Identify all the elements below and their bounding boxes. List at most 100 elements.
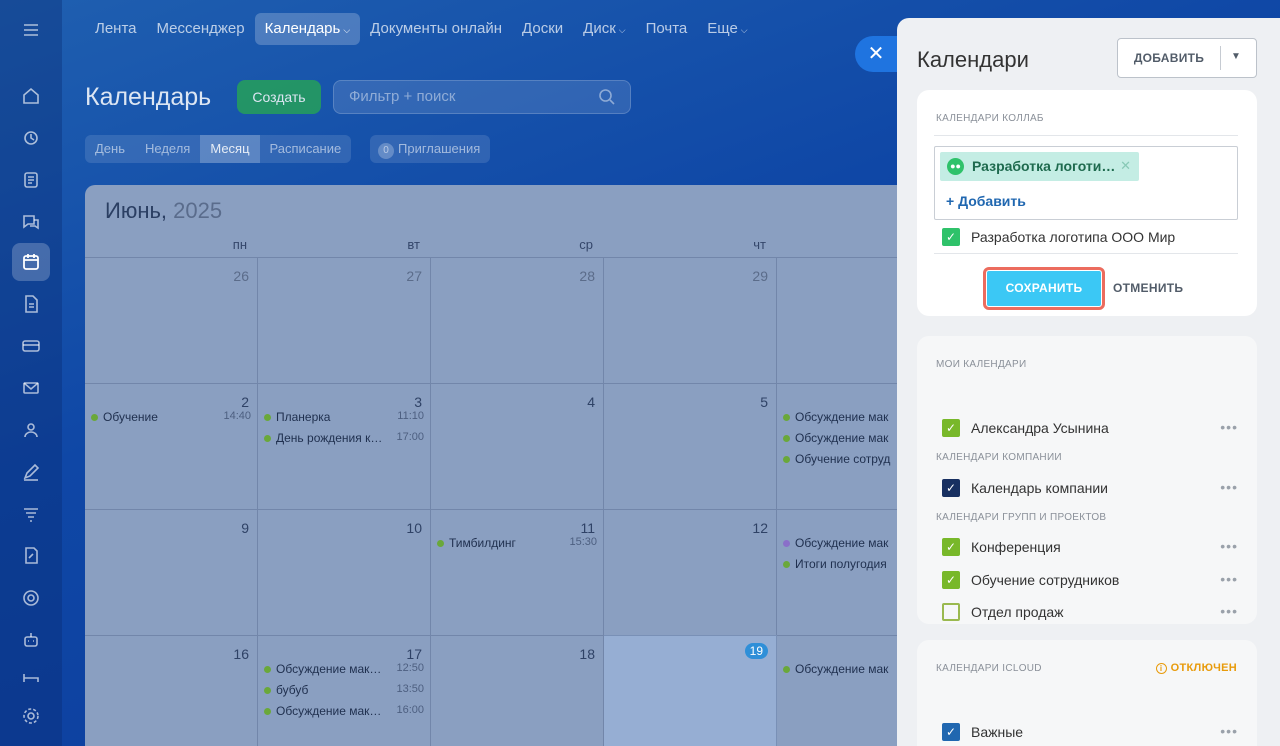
calendar-list-item[interactable]: ✓ Конференция •••	[942, 537, 1238, 561]
collab-selector-box[interactable]: ●● Разработка логоти… ✕ + Добавить	[934, 146, 1238, 220]
more-icon[interactable]: •••	[1220, 569, 1238, 589]
calendar-event[interactable]: Обсуждение мак… 12:50	[264, 662, 424, 680]
view-tab-3[interactable]: Расписание	[260, 135, 352, 163]
nav-item-1[interactable]: Мессенджер	[147, 13, 255, 45]
icloud-status[interactable]: i ОТКЛЮЧЕН	[1155, 662, 1237, 674]
feed-icon[interactable]	[19, 126, 43, 150]
nav-item-5[interactable]: Диск ⌵	[573, 13, 635, 45]
more-icon[interactable]: •••	[1220, 477, 1238, 497]
nav-item-4[interactable]: Доски	[512, 13, 573, 45]
menu-icon[interactable]	[19, 18, 43, 42]
calendar-event[interactable]: бубуб 13:50	[264, 683, 424, 701]
checkbox-checked-icon[interactable]: ✓	[942, 723, 960, 741]
calendar-icon[interactable]	[19, 250, 43, 274]
calendar-list-item[interactable]: Отдел продаж •••	[942, 602, 1238, 626]
tasks-icon[interactable]	[19, 168, 43, 192]
checkbox-checked-icon[interactable]: ✓	[942, 228, 960, 246]
chevron-down-icon[interactable]: ▼	[1231, 51, 1241, 62]
home-icon[interactable]	[19, 84, 43, 108]
day-cell[interactable]: 28	[431, 257, 604, 383]
day-cell[interactable]: Обсуждение мак	[777, 635, 915, 746]
search-icon[interactable]	[597, 87, 617, 107]
gear-icon[interactable]	[19, 704, 43, 728]
day-cell[interactable]: 10	[258, 509, 431, 635]
filter-search-input[interactable]: Фильтр + поиск	[333, 80, 631, 114]
company-calendar-item[interactable]: ✓ Календарь компании •••	[942, 478, 1238, 502]
more-icon[interactable]: •••	[1220, 536, 1238, 556]
day-cell[interactable]: Обсуждение мак Обсуждение мак Обучение сот…	[777, 383, 915, 509]
contacts-icon[interactable]	[19, 418, 43, 442]
day-cell[interactable]: 17 Обсуждение мак… 12:50 бубуб 13:50 Обсужден…	[258, 635, 431, 746]
bed-icon[interactable]	[19, 664, 43, 688]
day-cell[interactable]: 12	[604, 509, 777, 635]
calendar-event[interactable]: Обсуждение мак	[783, 662, 915, 680]
view-tab-1[interactable]: Неделя	[135, 135, 200, 163]
calendar-event[interactable]: Обучение сотруд	[783, 452, 915, 470]
nav-item-3[interactable]: Документы онлайн	[360, 13, 512, 45]
calendar-list-item[interactable]: ✓ Важные •••	[942, 722, 1238, 746]
calendar-event[interactable]: День рождения к… 17:00	[264, 431, 424, 449]
day-cell[interactable]: 9	[85, 509, 258, 635]
checkbox-checked-icon[interactable]: ✓	[942, 570, 960, 589]
edit-document-icon[interactable]	[19, 544, 43, 568]
view-tabs: День Неделя Месяц Расписание	[85, 135, 352, 163]
day-cell[interactable]: 27	[258, 257, 431, 383]
day-cell[interactable]: 2 Обучение 14:40	[85, 383, 258, 509]
calendar-list-item[interactable]: ✓ Обучение сотрудников •••	[942, 570, 1238, 594]
save-button[interactable]: СОХРАНИТЬ	[987, 271, 1101, 306]
add-collab-link[interactable]: + Добавить	[946, 193, 1026, 209]
card-icon[interactable]	[19, 334, 43, 358]
add-calendar-button[interactable]: ДОБАВИТЬ ▼	[1117, 38, 1257, 78]
target-icon[interactable]	[19, 586, 43, 610]
my-calendar-item[interactable]: ✓ Александра Усынина •••	[942, 418, 1238, 442]
view-tab-0[interactable]: День	[85, 135, 135, 163]
add-button-divider	[1220, 46, 1221, 70]
collab-calendar-item[interactable]: ✓ Разработка логотипа ООО Мир	[942, 227, 1238, 251]
day-cell[interactable]: 19	[604, 635, 777, 746]
invitations-button[interactable]: 0 Приглашения	[370, 135, 491, 163]
checkbox-checked-icon[interactable]: ✓	[942, 479, 960, 497]
day-cell[interactable]: 11 Тимбилдинг 15:30	[431, 509, 604, 635]
create-button[interactable]: Создать	[237, 80, 321, 114]
checkbox-checked-icon[interactable]: ✓	[942, 538, 960, 556]
more-icon[interactable]: •••	[1220, 601, 1238, 621]
day-cell[interactable]: 5	[604, 383, 777, 509]
calendar-event[interactable]: Обучение 14:40	[91, 410, 251, 428]
nav-item-6[interactable]: Почта	[636, 13, 698, 45]
document-icon[interactable]	[19, 292, 43, 316]
more-icon[interactable]: •••	[1220, 417, 1238, 437]
selected-collab-tag[interactable]: ●● Разработка логоти… ✕	[940, 152, 1139, 181]
calendar-event[interactable]: Обсуждение мак	[783, 410, 915, 428]
weekday-header: ср	[579, 237, 593, 252]
nav-item-7[interactable]: Еще ⌵	[697, 13, 757, 45]
day-cell[interactable]	[777, 257, 915, 383]
nav-item-2[interactable]: Календарь ⌵	[254, 13, 361, 45]
day-cell[interactable]: 16	[85, 635, 258, 746]
robot-icon[interactable]	[19, 628, 43, 652]
checkbox-empty-icon[interactable]	[942, 603, 960, 621]
top-navigation: Лента Мессенджер Календарь ⌵ Документы онлай…	[85, 13, 758, 45]
view-tab-2[interactable]: Месяц	[200, 135, 260, 163]
chat-icon[interactable]	[19, 210, 43, 234]
day-cell[interactable]: 18	[431, 635, 604, 746]
day-cell[interactable]: 29	[604, 257, 777, 383]
checkbox-checked-icon[interactable]: ✓	[942, 419, 960, 437]
calendar-event[interactable]: Тимбилдинг 15:30	[437, 536, 597, 554]
day-cell[interactable]: Обсуждение мак Итоги полугодия	[777, 509, 915, 635]
day-cell[interactable]: 3 Планерка 11:10 День рождения к… 17:00	[258, 383, 431, 509]
calendar-event[interactable]: Обсуждение мак	[783, 431, 915, 449]
calendar-event[interactable]: Итоги полугодия	[783, 557, 915, 575]
pen-icon[interactable]	[19, 460, 43, 484]
calendar-event[interactable]: Обсуждение мак… 16:00	[264, 704, 424, 722]
calendar-event[interactable]: Планерка 11:10	[264, 410, 424, 428]
more-icon[interactable]: •••	[1220, 721, 1238, 741]
remove-tag-icon[interactable]: ✕	[1120, 158, 1131, 174]
calendar-event[interactable]: Обсуждение мак	[783, 536, 915, 554]
funnel-icon[interactable]	[19, 502, 43, 526]
day-cell[interactable]: 4	[431, 383, 604, 509]
day-cell[interactable]: 26	[85, 257, 258, 383]
close-panel-button[interactable]: ✕	[855, 36, 897, 72]
nav-item-0[interactable]: Лента	[85, 13, 147, 45]
cancel-button[interactable]: ОТМЕНИТЬ	[1113, 271, 1183, 306]
mail-icon[interactable]	[19, 376, 43, 400]
